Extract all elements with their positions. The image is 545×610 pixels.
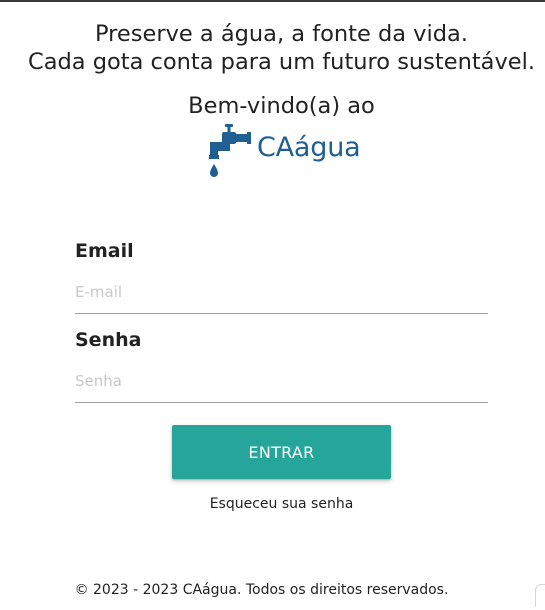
app-logo: CAágua (208, 122, 361, 180)
tagline-line-1: Preserve a água, a fonte da vida. (95, 21, 468, 47)
footer-copyright: © 2023 - 2023 CAágua. Todos os direitos … (74, 582, 449, 598)
email-group: Email (75, 238, 488, 314)
tagline-line-2: Cada gota conta para um futuro sustentáv… (27, 49, 536, 75)
password-group: Senha (75, 327, 488, 403)
logo-name: CAágua (257, 131, 361, 163)
top-border (0, 0, 545, 2)
password-field[interactable] (75, 359, 488, 403)
email-label: Email (75, 240, 134, 262)
welcome-text: Bem-vindo(a) ao (188, 93, 375, 119)
login-button[interactable]: ENTRAR (172, 425, 391, 479)
forgot-password-link[interactable]: Esqueceu sua senha (0, 496, 545, 512)
faucet-icon (208, 122, 254, 180)
email-field[interactable] (75, 270, 488, 314)
corner-widget (535, 584, 545, 607)
password-label: Senha (75, 329, 142, 351)
login-form: Email Senha (75, 238, 488, 403)
tagline: Preserve a água, a fonte da vida. Cada g… (0, 20, 545, 76)
